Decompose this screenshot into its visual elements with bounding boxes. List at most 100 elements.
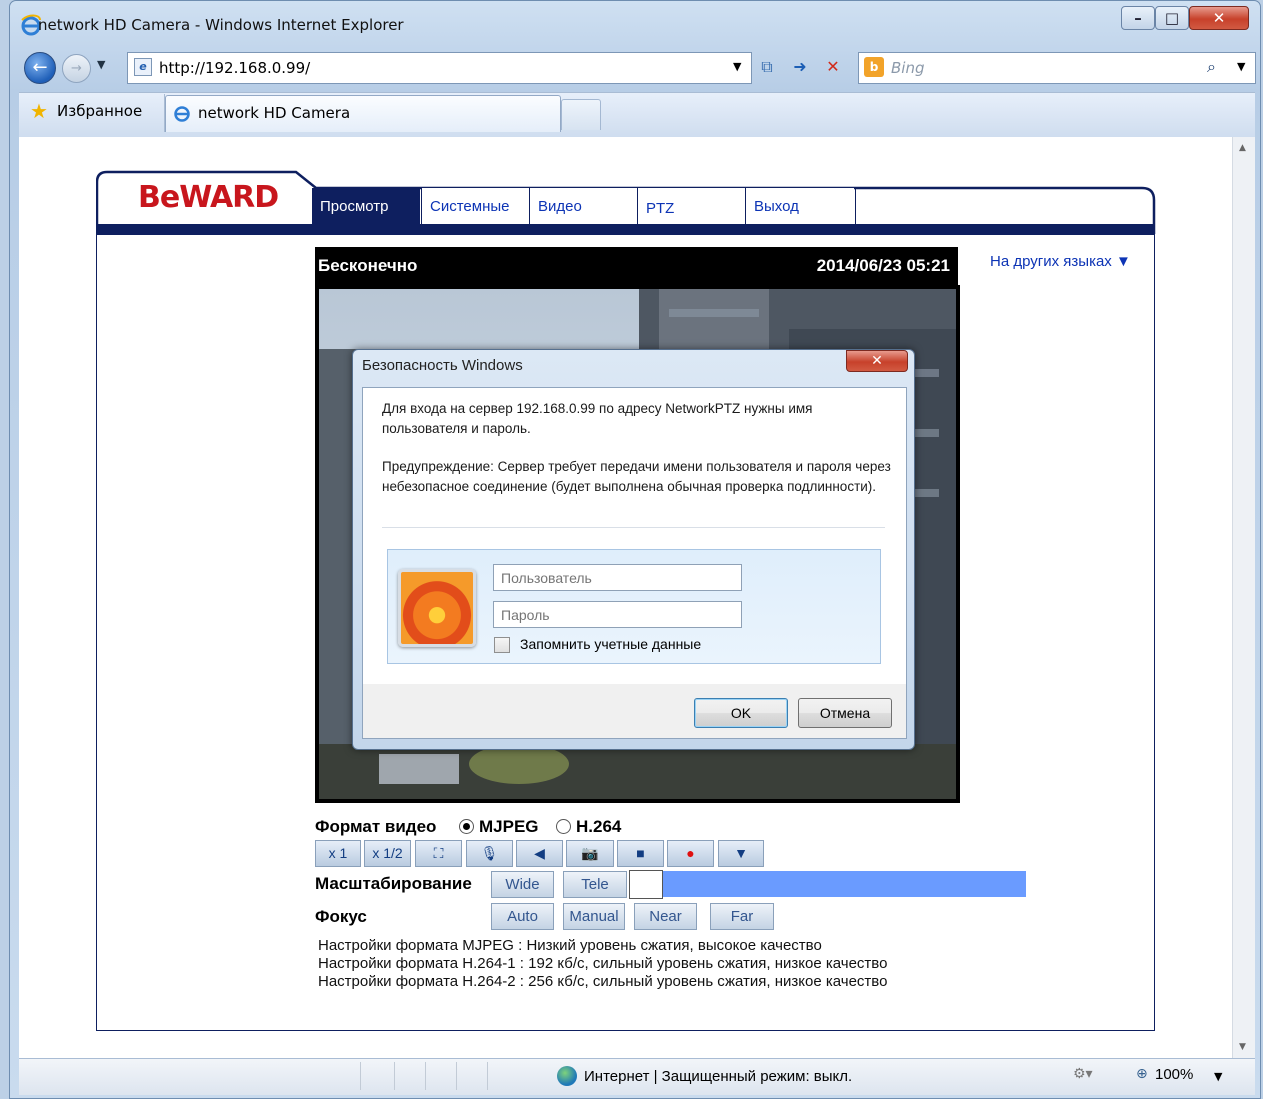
address-dropdown-icon[interactable]: ▼ (733, 60, 741, 73)
back-button[interactable]: ← (24, 52, 56, 84)
zoom-label: Масштабирование (315, 874, 472, 893)
url-text[interactable]: http://192.168.0.99/ (159, 59, 310, 77)
internet-zone-icon (557, 1066, 577, 1086)
zoom-level-text[interactable]: 100% (1155, 1066, 1193, 1083)
scale-half-button[interactable]: x 1/2 (364, 840, 411, 867)
mjpeg-label[interactable]: MJPEG (479, 817, 539, 837)
dialog-title: Безопасность Windows (362, 357, 523, 374)
close-icon: ✕ (871, 353, 883, 369)
record-button[interactable]: ● (667, 840, 714, 867)
page-icon: e (134, 58, 152, 76)
scroll-down-icon[interactable]: ▼ (1239, 1042, 1246, 1052)
zoom-icon[interactable]: ⊕ (1136, 1066, 1148, 1082)
stop-icon[interactable]: ✕ (822, 56, 844, 78)
status-separator (394, 1062, 395, 1090)
speaker-button[interactable]: ◀ (516, 840, 563, 867)
nav-video[interactable]: Видео (529, 188, 638, 224)
fullscreen-button[interactable]: ⛶ (415, 840, 462, 867)
focus-near-button[interactable]: Near (634, 903, 697, 930)
snapshot-button[interactable]: 📷 (566, 840, 614, 867)
zoom-level-bar[interactable] (663, 871, 1026, 897)
info-h264-1: Настройки формата H.264-1 : 192 кб/с, си… (318, 955, 888, 972)
remember-checkbox[interactable] (494, 637, 510, 653)
forward-button[interactable]: → (62, 54, 91, 83)
username-input[interactable] (493, 564, 742, 591)
minimize-icon: – (1134, 9, 1142, 27)
new-tab-button[interactable] (561, 99, 601, 130)
maximize-button[interactable]: □ (1155, 6, 1189, 30)
refresh-icon[interactable]: ➜ (789, 56, 811, 78)
ie-tab-icon (174, 106, 190, 122)
mjpeg-radio[interactable] (459, 819, 474, 834)
minimize-button[interactable]: – (1121, 6, 1155, 30)
dialog-warning: Предупреждение: Сервер требует передачи … (382, 459, 891, 494)
status-separator (456, 1062, 457, 1090)
nav-underline (96, 224, 1155, 235)
video-header: Бесконечно 2014/06/23 05:21 (315, 247, 958, 285)
microphone-icon: 🎙 (480, 845, 499, 861)
fullscreen-icon: ⛶ (433, 845, 444, 861)
nav-view[interactable]: Просмотр (312, 188, 420, 224)
zoom-dropdown-icon[interactable]: ▼ (1214, 1070, 1222, 1083)
status-separator (425, 1062, 426, 1090)
language-link[interactable]: На других языках ▼ (990, 253, 1131, 270)
nav-divider (855, 188, 856, 224)
focus-far-button[interactable]: Far (710, 903, 774, 930)
info-h264-2: Настройки формата H.264-2 : 256 кб/с, си… (318, 973, 888, 990)
more-button[interactable]: ▼ (718, 840, 764, 867)
password-input[interactable] (493, 601, 742, 628)
status-separator (487, 1062, 488, 1090)
speaker-icon: ◀ (534, 845, 545, 861)
nav-exit[interactable]: Выход (745, 188, 854, 224)
zoom-indicator (629, 870, 663, 899)
vertical-scrollbar[interactable]: ▲ ▼ (1232, 137, 1255, 1058)
close-button[interactable]: ✕ (1189, 6, 1249, 30)
user-picture-icon (398, 569, 476, 647)
forward-arrow-icon: → (71, 61, 82, 76)
format-label: Формат видео (315, 817, 437, 836)
recent-pages-dropdown-icon[interactable]: ▼ (97, 58, 105, 71)
record-icon: ● (686, 845, 695, 861)
star-icon: ★ (30, 99, 48, 123)
zoom-wide-button[interactable]: Wide (491, 871, 554, 898)
compatibility-view-icon[interactable]: ⧉ (756, 56, 778, 78)
stop-record-button[interactable]: ■ (617, 840, 664, 867)
triangle-down-icon: ▼ (734, 845, 748, 861)
window-title: network HD Camera - Windows Internet Exp… (38, 16, 404, 34)
search-dropdown-icon[interactable]: ▼ (1237, 60, 1245, 73)
close-icon: ✕ (1212, 9, 1226, 27)
zoom-tele-button[interactable]: Tele (563, 871, 627, 898)
security-zone-text[interactable]: Интернет | Защищенный режим: выкл. (584, 1068, 852, 1085)
focus-auto-button[interactable]: Auto (491, 903, 554, 930)
dialog-close-button[interactable]: ✕ (846, 350, 908, 372)
status-separator (360, 1062, 361, 1090)
h264-radio[interactable] (556, 819, 571, 834)
search-icon[interactable]: ⌕ (1207, 57, 1216, 77)
favorites-label[interactable]: Избранное (57, 102, 142, 120)
protected-mode-icon[interactable]: ⚙▾ (1073, 1066, 1093, 1082)
video-title: Бесконечно (318, 256, 418, 275)
h264-label[interactable]: H.264 (576, 817, 621, 837)
microphone-button[interactable]: 🎙 (466, 840, 513, 867)
dialog-message: Для входа на сервер 192.168.0.99 по адре… (382, 401, 813, 436)
cancel-button[interactable]: Отмена (798, 698, 892, 728)
dialog-separator (382, 527, 885, 528)
maximize-icon: □ (1164, 9, 1180, 27)
back-arrow-icon: ← (32, 57, 48, 78)
tab-label[interactable]: network HD Camera (198, 104, 350, 122)
nav-ptz[interactable]: PTZ (637, 188, 746, 224)
scroll-up-icon[interactable]: ▲ (1239, 143, 1246, 153)
info-mjpeg: Настройки формата MJPEG : Низкий уровень… (318, 937, 822, 954)
focus-label: Фокус (315, 907, 367, 926)
stop-icon: ■ (636, 845, 645, 861)
search-placeholder[interactable]: Bing (891, 59, 925, 77)
nav-system[interactable]: Системные (421, 188, 530, 224)
focus-manual-button[interactable]: Manual (563, 903, 625, 930)
beward-logo: BeWARD (138, 180, 279, 215)
ok-button[interactable]: OK (694, 698, 788, 728)
bing-icon: b (864, 57, 884, 77)
scale-x1-button[interactable]: x 1 (315, 840, 361, 867)
camera-icon: 📷 (581, 845, 599, 861)
remember-label[interactable]: Запомнить учетные данные (520, 636, 701, 652)
video-timestamp: 2014/06/23 05:21 (816, 256, 950, 275)
